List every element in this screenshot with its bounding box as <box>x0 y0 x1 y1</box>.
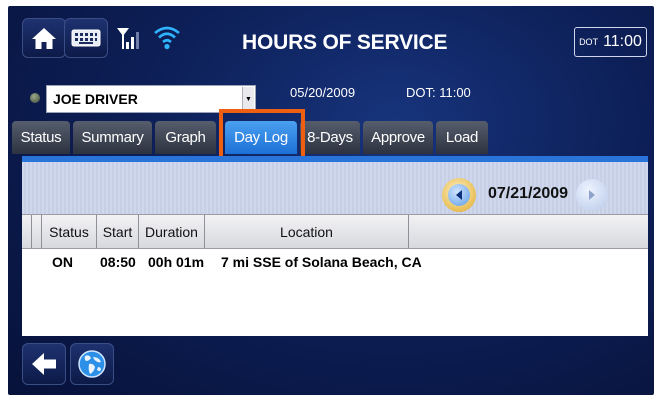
table-row[interactable]: ON 08:50 00h 01m 7 mi SSE of Solana Beac… <box>22 249 648 275</box>
day-log-panel: 07/21/2009 Status Start Duration Locatio… <box>22 156 648 336</box>
tab-graph[interactable]: Graph <box>155 121 216 154</box>
tab-summary[interactable]: Summary <box>73 121 152 154</box>
chevron-down-icon[interactable]: ▼ <box>242 87 254 111</box>
back-arrow-icon <box>32 353 56 375</box>
keyboard-button[interactable] <box>64 18 108 58</box>
tab-8-days[interactable]: 8-Days <box>300 121 360 154</box>
tab-status[interactable]: Status <box>12 121 70 154</box>
cell-status: ON <box>52 254 73 270</box>
home-button[interactable] <box>22 18 66 58</box>
dot-clock-label: DOT <box>579 37 599 47</box>
signal-icon <box>117 28 139 49</box>
tab-load[interactable]: Load <box>436 121 488 154</box>
hos-screen: HOURS OF SERVICE DOT 11:00 JOE DRIVER ▼ … <box>8 6 654 395</box>
previous-day-button[interactable] <box>442 178 476 212</box>
chevron-right-icon <box>589 190 595 200</box>
column-header-status[interactable]: Status <box>42 215 97 248</box>
dot-clock: DOT 11:00 <box>574 27 647 57</box>
column-spacer <box>22 215 32 248</box>
next-day-button[interactable] <box>576 179 608 211</box>
keyboard-icon <box>71 29 101 47</box>
globe-button[interactable] <box>70 343 114 385</box>
driver-select-value: JOE DRIVER <box>53 91 138 107</box>
status-indicator-light <box>30 93 40 103</box>
back-button[interactable] <box>22 343 66 385</box>
tab-approve[interactable]: Approve <box>363 121 433 154</box>
table-header: Status Start Duration Location <box>22 214 648 249</box>
column-selector <box>32 215 42 248</box>
wifi-icon <box>154 26 180 50</box>
cell-location: 7 mi SSE of Solana Beach, CA <box>221 254 422 270</box>
log-date: 07/21/2009 <box>488 185 569 202</box>
chevron-left-icon <box>456 190 462 200</box>
driver-select[interactable]: JOE DRIVER ▼ <box>46 85 256 113</box>
column-header-location[interactable]: Location <box>205 215 409 248</box>
header-date: 05/20/2009 <box>290 85 356 100</box>
cell-duration: 00h 01m <box>148 254 205 270</box>
tab-day-log[interactable]: Day Log <box>225 121 297 154</box>
cell-start: 08:50 <box>100 254 136 270</box>
column-header-start[interactable]: Start <box>97 215 139 248</box>
column-filler <box>409 215 648 248</box>
day-log-table: Status Start Duration Location ON 08:50 … <box>22 214 648 275</box>
dot-clock-time: 11:00 <box>603 33 642 50</box>
app-title: HOURS OF SERVICE <box>242 31 448 54</box>
date-nav-band: 07/21/2009 <box>22 162 648 214</box>
globe-icon <box>78 350 106 378</box>
home-icon <box>32 28 56 49</box>
column-header-duration[interactable]: Duration <box>139 215 205 248</box>
dot-hours-status: DOT: 11:00 <box>406 85 471 100</box>
